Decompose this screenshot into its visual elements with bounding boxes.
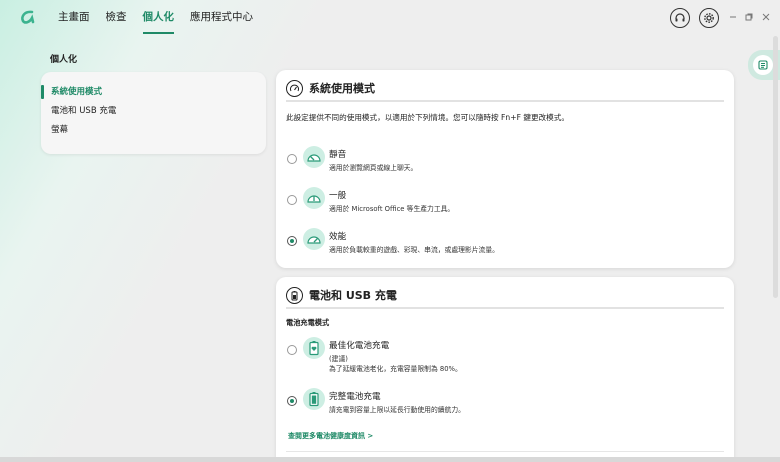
radio-normal[interactable] bbox=[287, 195, 297, 205]
option-full-subtitle: 請充電到容量上限以延長行動使用的續航力。 bbox=[329, 406, 465, 414]
list-icon bbox=[753, 55, 773, 75]
usage-mode-card: 系統使用模式 此設定提供不同的使用模式，以適用於下列情境。您可以隨時按 Fn+F… bbox=[276, 70, 734, 268]
headset-icon[interactable] bbox=[670, 8, 690, 28]
radio-optimized-charging[interactable] bbox=[287, 345, 297, 355]
radio-silent[interactable] bbox=[287, 154, 297, 164]
title-bar: 主畫面 檢查 個人化 應用程式中心 bbox=[0, 0, 780, 36]
battery-full-icon bbox=[303, 388, 325, 410]
gauge-mid-icon bbox=[303, 187, 325, 209]
battery-charge-mode-label: 電池充電模式 bbox=[286, 318, 330, 327]
sidebar: 系統使用模式 電池和 USB 充電 螢幕 bbox=[41, 72, 266, 154]
gauge-low-icon bbox=[303, 146, 325, 168]
speedometer-icon bbox=[286, 79, 303, 97]
gauge-high-icon bbox=[303, 228, 325, 250]
page-title: 個人化 bbox=[50, 55, 78, 65]
battery-icon bbox=[286, 286, 303, 304]
battery-health-link[interactable]: 查閱更多電池健康度資訊 > bbox=[288, 431, 373, 441]
divider bbox=[286, 451, 724, 452]
bottom-edge bbox=[0, 457, 780, 462]
gear-icon[interactable] bbox=[699, 8, 719, 28]
battery-heart-icon bbox=[303, 337, 325, 359]
acer-logo-icon bbox=[18, 7, 38, 27]
restore-icon[interactable] bbox=[743, 11, 755, 23]
usage-mode-title: 系統使用模式 bbox=[309, 82, 375, 95]
radio-performance[interactable] bbox=[287, 236, 297, 246]
option-full-title: 完整電池充電 bbox=[329, 392, 381, 402]
battery-card: 電池和 USB 充電 電池充電模式 最佳化電池充電 (建議) 為了延緩電池老化，… bbox=[276, 277, 734, 462]
option-performance-title: 效能 bbox=[329, 232, 347, 242]
divider bbox=[286, 307, 724, 309]
minimize-icon[interactable] bbox=[727, 11, 739, 23]
option-silent-title: 靜音 bbox=[329, 150, 347, 160]
sidebar-item-usage-mode[interactable]: 系統使用模式 bbox=[41, 84, 266, 103]
option-normal-subtitle: 適用於 Microsoft Office 等生產力工具。 bbox=[329, 205, 455, 213]
sidebar-item-display[interactable]: 螢幕 bbox=[41, 122, 266, 141]
battery-header: 電池和 USB 充電 bbox=[286, 284, 397, 306]
usage-mode-header: 系統使用模式 bbox=[286, 77, 375, 99]
option-optimized-subtitle: 為了延緩電池老化，充電容量限制為 80%。 bbox=[329, 365, 462, 373]
option-normal-title: 一般 bbox=[329, 191, 347, 201]
option-optimized-title: 最佳化電池充電 bbox=[329, 341, 390, 351]
sidebar-item-battery-usb[interactable]: 電池和 USB 充電 bbox=[41, 103, 266, 122]
option-silent-subtitle: 適用於瀏覽網頁或線上聊天。 bbox=[329, 164, 418, 172]
battery-title: 電池和 USB 充電 bbox=[309, 289, 397, 302]
option-optimized-recommended: (建議) bbox=[329, 355, 348, 363]
close-icon[interactable] bbox=[760, 11, 772, 23]
nav-check[interactable]: 檢查 bbox=[106, 0, 135, 36]
usage-mode-description: 此設定提供不同的使用模式，以適用於下列情境。您可以隨時按 Fn+F 鍵更改模式。 bbox=[286, 113, 569, 122]
nav-home[interactable]: 主畫面 bbox=[58, 0, 98, 36]
main-nav: 主畫面 檢查 個人化 應用程式中心 bbox=[58, 0, 269, 36]
divider bbox=[286, 100, 724, 102]
nav-app-center[interactable]: 應用程式中心 bbox=[190, 0, 261, 36]
radio-full-charging[interactable] bbox=[287, 396, 297, 406]
option-performance-subtitle: 適用於負載較重的遊戲、彩現、串流，或處理影片流量。 bbox=[329, 246, 499, 254]
nav-personalize[interactable]: 個人化 bbox=[142, 0, 183, 36]
scrollbar[interactable] bbox=[773, 36, 778, 298]
